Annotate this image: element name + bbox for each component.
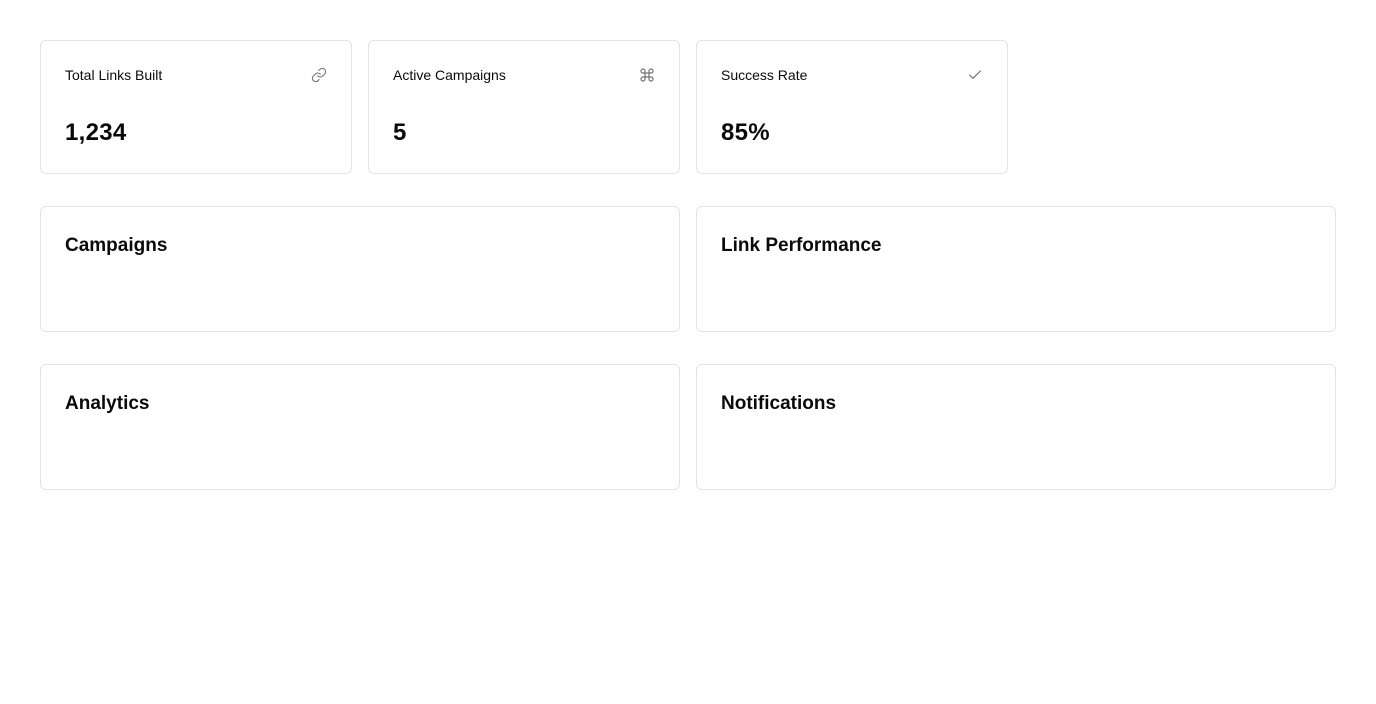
stat-card-active-campaigns: Active Campaigns 5	[368, 40, 680, 174]
check-icon	[967, 67, 983, 83]
notifications-card: Notifications	[696, 364, 1336, 490]
stat-value: 1,234	[65, 119, 127, 146]
link-icon	[311, 67, 327, 83]
section-title: Campaigns	[65, 235, 168, 256]
section-title: Link Performance	[721, 235, 882, 256]
link-performance-card: Link Performance	[696, 206, 1336, 332]
section-title: Notifications	[721, 393, 837, 414]
dashboard-page: Total Links Built 1,234 Active Campaigns…	[0, 0, 1376, 704]
stat-card-total-links: Total Links Built 1,234	[40, 40, 352, 174]
campaigns-card: Campaigns	[40, 206, 680, 332]
stat-label: Total Links Built	[65, 67, 163, 83]
command-icon	[639, 67, 655, 83]
stat-card-success-rate: Success Rate 85%	[696, 40, 1008, 174]
stat-label: Success Rate	[721, 67, 808, 83]
stat-value: 85%	[721, 119, 770, 146]
analytics-card: Analytics	[40, 364, 680, 490]
section-title: Analytics	[65, 393, 150, 414]
stat-value: 5	[393, 119, 407, 146]
stat-label: Active Campaigns	[393, 67, 506, 83]
